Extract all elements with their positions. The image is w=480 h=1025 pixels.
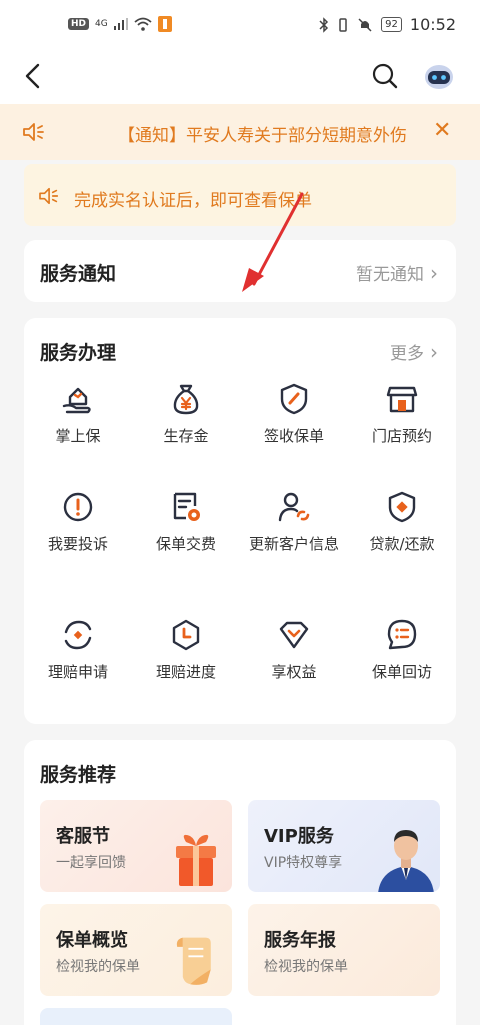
service-item-update-info[interactable]: 更新客户信息 bbox=[240, 490, 348, 554]
shield-pen-icon bbox=[280, 383, 308, 415]
service-item-benefits[interactable]: 享权益 bbox=[240, 618, 348, 682]
service-item-store-booking[interactable]: 门店预约 bbox=[348, 382, 456, 446]
search-icon[interactable] bbox=[371, 62, 399, 90]
rec-card-subtitle: 检视我的保单 bbox=[56, 959, 140, 975]
chevron-right-icon: › bbox=[430, 260, 438, 285]
notification-app-icon bbox=[157, 16, 172, 32]
battery-level: 92 bbox=[381, 17, 402, 32]
rec-card-kefujie[interactable]: 客服节 一起享回馈 bbox=[40, 800, 232, 892]
service-item-label: 保单回访 bbox=[371, 663, 432, 681]
hand-house-icon bbox=[62, 387, 91, 414]
policy-pay-icon bbox=[173, 492, 200, 521]
notice-bar[interactable]: 【通知】平安人寿关于部分短期意外伤 ✕ bbox=[0, 104, 480, 160]
back-arrow-icon[interactable] bbox=[22, 62, 46, 90]
robot-assistant-icon[interactable] bbox=[423, 60, 455, 92]
service-item-label: 享权益 bbox=[271, 663, 317, 681]
rec-card-annual-report[interactable]: 服务年报 检视我的保单 bbox=[248, 904, 440, 996]
gift-box-icon bbox=[176, 834, 216, 886]
service-handle-title: 服务办理 bbox=[40, 342, 117, 364]
agent-portrait bbox=[378, 830, 434, 892]
network-label: 4G bbox=[95, 19, 108, 29]
alert-circle-icon bbox=[63, 492, 93, 522]
service-item-label: 理赔进度 bbox=[155, 663, 216, 681]
clock-hexagon-icon bbox=[172, 619, 200, 651]
bluetooth-icon bbox=[319, 16, 329, 33]
chevron-right-icon: › bbox=[430, 339, 438, 364]
rec-card-subtitle: 一起享回馈 bbox=[56, 855, 126, 871]
service-item-label: 保单交费 bbox=[155, 535, 216, 553]
service-handle-card: 服务办理 更多 › 掌上保 生存金 签收保单 门店预约 我要投诉 保单交费 更新… bbox=[24, 318, 456, 724]
service-item-label: 我要投诉 bbox=[47, 535, 108, 553]
top-nav-bar bbox=[0, 48, 480, 104]
rec-card-title: VIP服务 bbox=[264, 826, 334, 847]
service-item-shengcunjin[interactable]: 生存金 bbox=[132, 382, 240, 446]
service-item-label: 生存金 bbox=[163, 427, 209, 445]
rec-card-subtitle: 检视我的保单 bbox=[264, 959, 348, 975]
notice-text[interactable]: 【通知】平安人寿关于部分短期意外伤 bbox=[118, 121, 407, 146]
speaker-icon bbox=[39, 187, 59, 205]
service-notice-status[interactable]: 暂无通知 › bbox=[356, 260, 438, 286]
service-recommend-title: 服务推荐 bbox=[40, 764, 117, 786]
diamond-icon bbox=[279, 621, 309, 649]
auth-banner-text: 完成实名认证后，即可查看保单 bbox=[74, 191, 312, 211]
user-refresh-icon bbox=[278, 492, 310, 522]
service-notice-title: 服务通知 bbox=[40, 263, 117, 285]
rec-card-title: 客服节 bbox=[56, 826, 110, 847]
no-notice-label: 暂无通知 bbox=[356, 265, 424, 285]
service-item-loan[interactable]: 贷款/还款 bbox=[348, 490, 456, 554]
service-item-label: 贷款/还款 bbox=[369, 535, 435, 553]
service-item-complaint[interactable]: 我要投诉 bbox=[24, 490, 132, 554]
document-scroll-icon bbox=[176, 937, 211, 985]
shield-diamond-icon bbox=[388, 491, 416, 523]
rec-card-vip[interactable]: VIP服务 VIP特权尊享 bbox=[248, 800, 440, 892]
status-bar: HD 4G 92 10:52 bbox=[0, 0, 480, 48]
rec-card-title: 服务年报 bbox=[264, 930, 336, 951]
service-recommend-card: 服务推荐 客服节 一起享回馈 VIP服务 VIP特权尊享 保单概览 检视我的保单 bbox=[24, 740, 456, 1025]
clock: 10:52 bbox=[409, 15, 456, 34]
signal-icon bbox=[113, 18, 128, 30]
service-item-sign-policy[interactable]: 签收保单 bbox=[240, 382, 348, 446]
more-label: 更多 bbox=[390, 344, 424, 364]
rec-card-title: 保单概览 bbox=[56, 930, 128, 951]
rec-card-policy-overview[interactable]: 保单概览 检视我的保单 bbox=[40, 904, 232, 996]
service-item-label: 更新客户信息 bbox=[248, 535, 339, 553]
hd-badge: HD bbox=[68, 18, 90, 30]
money-bag-icon bbox=[173, 384, 199, 415]
wifi-icon bbox=[134, 17, 152, 31]
real-name-auth-banner[interactable]: 完成实名认证后，即可查看保单 bbox=[24, 164, 456, 226]
service-item-label: 签收保单 bbox=[263, 427, 324, 445]
more-link[interactable]: 更多 › bbox=[390, 339, 438, 365]
service-item-label: 理赔申请 bbox=[47, 663, 108, 681]
service-item-policy-revisit[interactable]: 保单回访 bbox=[348, 618, 456, 682]
service-item-label: 门店预约 bbox=[371, 427, 432, 445]
close-icon[interactable]: ✕ bbox=[433, 118, 451, 144]
speaker-icon bbox=[23, 123, 44, 141]
rec-card-subtitle: VIP特权尊享 bbox=[264, 855, 343, 871]
service-item-claim-progress[interactable]: 理赔进度 bbox=[132, 618, 240, 682]
vibrate-icon bbox=[339, 17, 347, 32]
service-item-zhangshangbao[interactable]: 掌上保 bbox=[24, 382, 132, 446]
chat-list-icon bbox=[387, 619, 417, 650]
service-item-policy-payment[interactable]: 保单交费 bbox=[132, 490, 240, 554]
store-icon bbox=[386, 386, 418, 413]
mute-icon bbox=[358, 17, 372, 32]
service-notice-card[interactable]: 服务通知 暂无通知 › bbox=[24, 240, 456, 302]
service-item-claim-apply[interactable]: 理赔申请 bbox=[24, 618, 132, 682]
service-item-label: 掌上保 bbox=[55, 427, 101, 445]
claim-refresh-icon bbox=[64, 620, 92, 650]
rec-card-partial[interactable] bbox=[40, 1008, 232, 1025]
